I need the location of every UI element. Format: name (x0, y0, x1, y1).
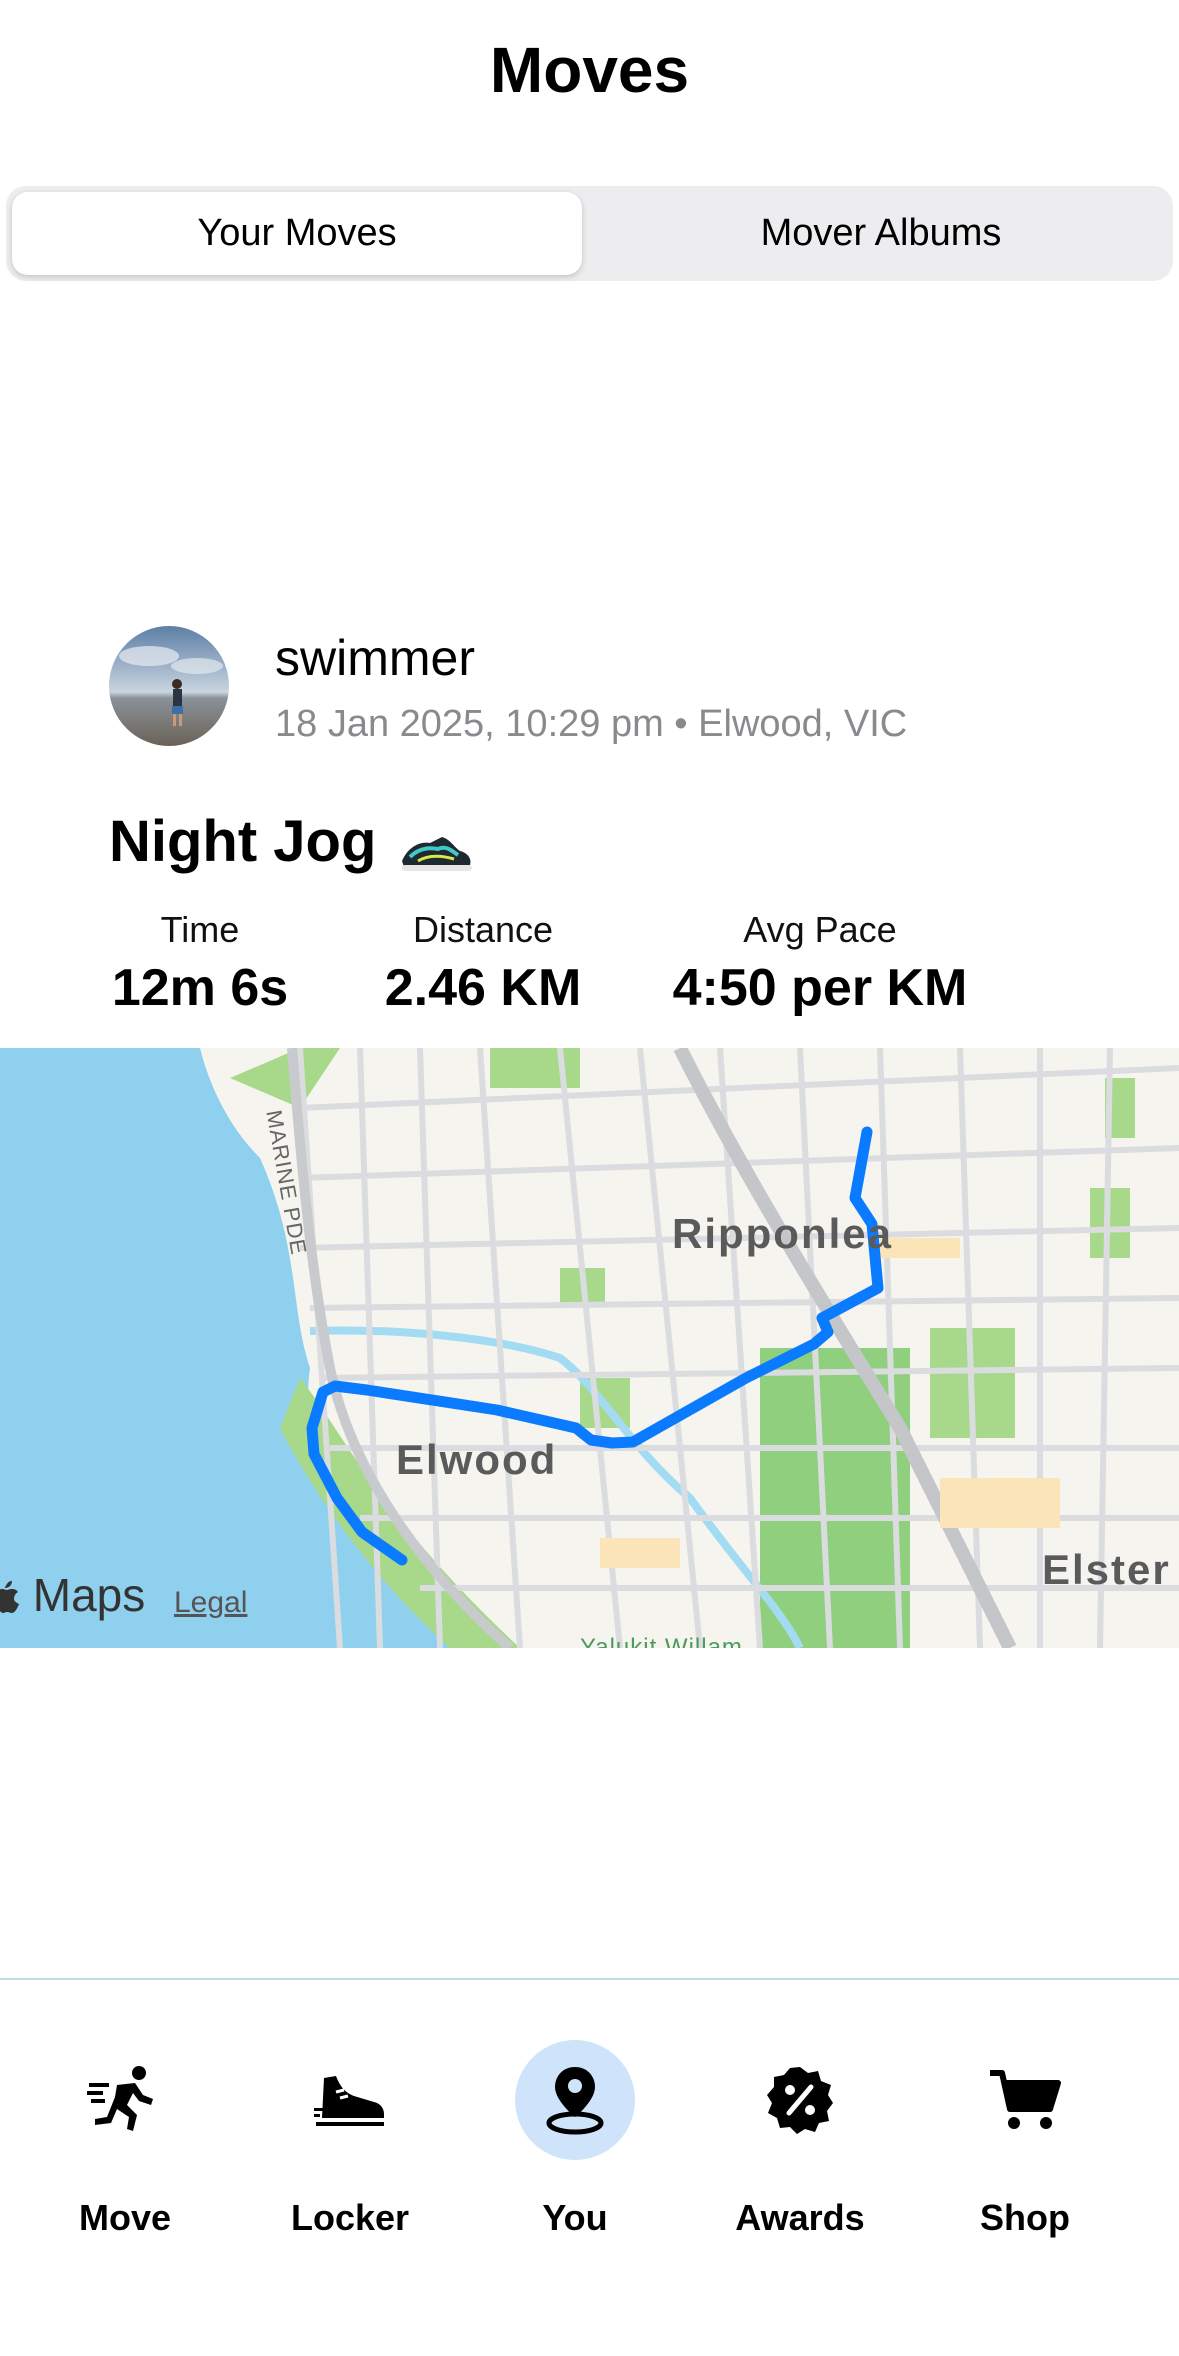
route-map[interactable]: Ripponlea Elwood Elster MARINE PDE Yaluk… (0, 1048, 1179, 1648)
running-person-icon (65, 2040, 185, 2160)
username[interactable]: swimmer (275, 628, 475, 688)
stat-pace-value: 4:50 per KM (672, 959, 968, 1017)
page-title: Moves (489, 34, 690, 106)
tab-locker[interactable]: Locker (250, 2040, 450, 2240)
tab-awards-label: Awards (735, 2197, 865, 2238)
stat-time-label: Time (160, 909, 240, 950)
map-label-ripponlea: Ripponlea (672, 1210, 894, 1257)
tab-you[interactable]: You (475, 2040, 675, 2240)
maps-logo: Maps (0, 1568, 145, 1622)
stat-time-value: 12m 6s (111, 959, 289, 1017)
discount-badge-icon (740, 2040, 860, 2160)
location-pin-icon (515, 2040, 635, 2160)
stat-pace: Avg Pace 4:50 per KM (668, 908, 972, 1020)
tab-you-label: You (542, 2197, 608, 2238)
segment-mover-albums[interactable]: Mover Albums (596, 192, 1166, 275)
map-label-elster: Elster (1042, 1546, 1171, 1593)
post-meta: 18 Jan 2025, 10:29 pm • Elwood, VIC (275, 703, 908, 745)
tab-move[interactable]: Move (25, 2040, 225, 2240)
map-canvas (0, 1048, 1179, 1648)
legal-link[interactable]: Legal (174, 1586, 247, 1620)
map-label-elwood: Elwood (396, 1436, 558, 1483)
avatar[interactable] (109, 626, 229, 746)
tab-awards[interactable]: Awards (700, 2040, 900, 2240)
sneaker-icon (290, 2040, 410, 2160)
tab-shop-label: Shop (980, 2197, 1070, 2238)
stat-pace-label: Avg Pace (743, 909, 897, 950)
tab-shop[interactable]: Shop (925, 2040, 1125, 2240)
map-bottom-label: Yalukit Willam (580, 1634, 743, 1648)
stat-distance-value: 2.46 KM (384, 959, 582, 1017)
shopping-cart-icon (965, 2040, 1085, 2160)
activity-title-text: Night Jog (109, 809, 377, 874)
tab-move-label: Move (78, 2197, 172, 2238)
stat-time: Time 12m 6s (110, 908, 290, 1020)
activity-title: Night Jog (109, 806, 474, 878)
stat-distance-label: Distance (412, 909, 554, 950)
apple-logo-icon (0, 1569, 33, 1621)
maps-brand-text: Maps (32, 1569, 146, 1621)
sneaker-icon (398, 820, 474, 871)
tab-locker-label: Locker (290, 2197, 410, 2238)
segmented-control: Your Moves Mover Albums (6, 186, 1173, 281)
stat-distance: Distance 2.46 KM (378, 908, 588, 1020)
tabbar-divider (0, 1978, 1179, 1980)
segment-your-moves[interactable]: Your Moves (12, 192, 582, 275)
moves-screen: Moves Your Moves Mover Albums swimmer 18… (0, 0, 1179, 2356)
